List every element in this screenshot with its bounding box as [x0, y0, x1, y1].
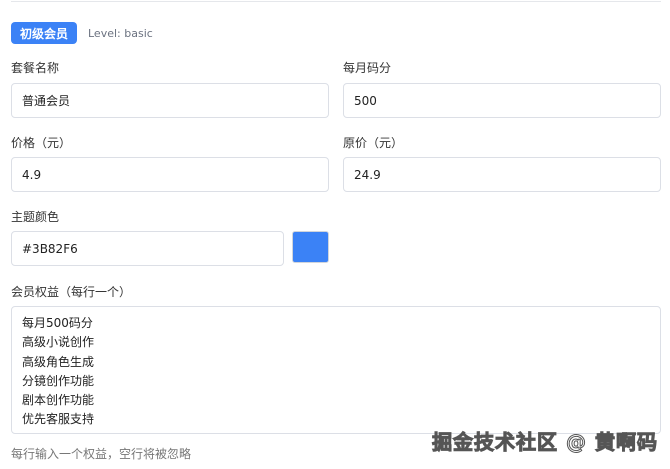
benefits-textarea[interactable]: 每月500码分 高级小说创作 高级角色生成 分镜创作功能 剧本创作功能 优先客服… — [11, 306, 661, 434]
benefit-line: 剧本创作功能 — [22, 393, 95, 408]
divider — [11, 1, 661, 2]
theme-color-input[interactable]: #3B82F6 — [11, 231, 284, 266]
original-price-input[interactable]: 24.9 — [343, 157, 661, 192]
benefit-line: 高级小说创作 — [22, 335, 95, 350]
level-badge: 初级会员 — [11, 22, 77, 44]
benefits-hint: 每行输入一个权益，空行将被忽略 — [11, 447, 192, 461]
monthly-points-label: 每月码分 — [343, 61, 392, 75]
name-input[interactable]: 普通会员 — [11, 83, 329, 118]
price-label: 价格（元） — [11, 136, 72, 150]
watermark: 掘金技术社区 @ 黄啊码 — [432, 430, 658, 455]
color-picker-swatch[interactable] — [292, 231, 329, 263]
price-input[interactable]: 4.9 — [11, 157, 329, 192]
benefits-label: 会员权益（每行一个） — [11, 285, 132, 299]
benefit-line: 高级角色生成 — [22, 354, 95, 369]
benefit-line: 分镜创作功能 — [22, 373, 95, 388]
benefit-line: 每月500码分 — [22, 316, 93, 330]
name-label: 套餐名称 — [11, 61, 60, 75]
original-price-label: 原价（元） — [343, 136, 404, 150]
monthly-points-input[interactable]: 500 — [343, 83, 661, 118]
theme-color-label: 主题颜色 — [11, 210, 60, 224]
level-text: Level: basic — [88, 27, 153, 40]
